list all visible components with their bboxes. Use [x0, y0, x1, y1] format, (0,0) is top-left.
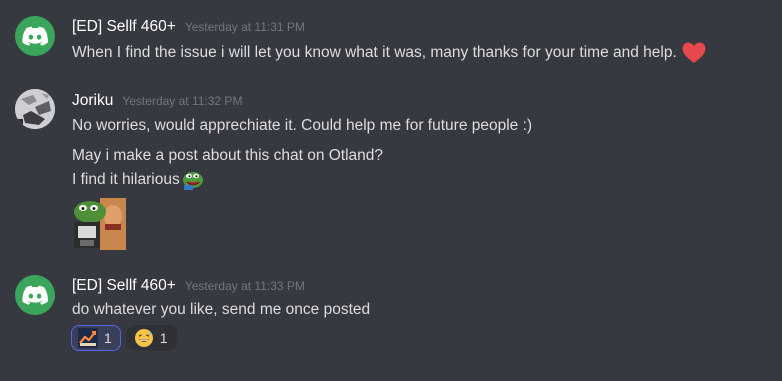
reaction-count: 1 [104, 330, 112, 346]
pepe-laugh-emoji[interactable] [181, 169, 205, 191]
username[interactable]: [ED] Sellf 460+ [72, 18, 176, 36]
grinning-sweat-emoji [134, 328, 154, 348]
message-text: No worries, would apprechiate it. Could … [72, 117, 533, 134]
username[interactable]: Joriku [72, 92, 113, 110]
discord-logo-icon[interactable] [15, 16, 55, 56]
message-content: I find it hilarious [72, 168, 205, 192]
red-heart-emoji[interactable] [681, 40, 707, 66]
message-text: do whatever you like, send me once poste… [72, 301, 371, 318]
reactions-bar: 1 1 [71, 325, 177, 351]
pepe-reaction-sticker[interactable] [70, 198, 126, 250]
reaction-count: 1 [159, 330, 168, 346]
message-text: When I find the issue i will let you kno… [72, 44, 677, 61]
custom-stonks-emoji [78, 328, 98, 348]
timestamp[interactable]: Yesterday at 11:31 PM [185, 20, 305, 34]
message-header: [ED] Sellf 460+ Yesterday at 11:31 PM [72, 18, 305, 36]
discord-logo-icon[interactable] [15, 275, 55, 315]
timestamp[interactable]: Yesterday at 11:32 PM [122, 94, 242, 108]
message-text: I find it hilarious [72, 171, 180, 188]
message-header: [ED] Sellf 460+ Yesterday at 11:33 PM [72, 277, 305, 295]
username[interactable]: [ED] Sellf 460+ [72, 277, 176, 295]
timestamp[interactable]: Yesterday at 11:33 PM [185, 279, 305, 293]
reaction-stonks[interactable]: 1 [71, 325, 121, 351]
message-content: When I find the issue i will let you kno… [72, 42, 707, 64]
reaction-grin[interactable]: 1 [126, 325, 177, 351]
user-avatar[interactable] [15, 89, 55, 129]
chat-messages: [ED] Sellf 460+ Yesterday at 11:31 PM Wh… [0, 0, 782, 381]
message-text: May i make a post about this chat on Otl… [72, 147, 384, 164]
message-header: Joriku Yesterday at 11:32 PM [72, 92, 242, 110]
